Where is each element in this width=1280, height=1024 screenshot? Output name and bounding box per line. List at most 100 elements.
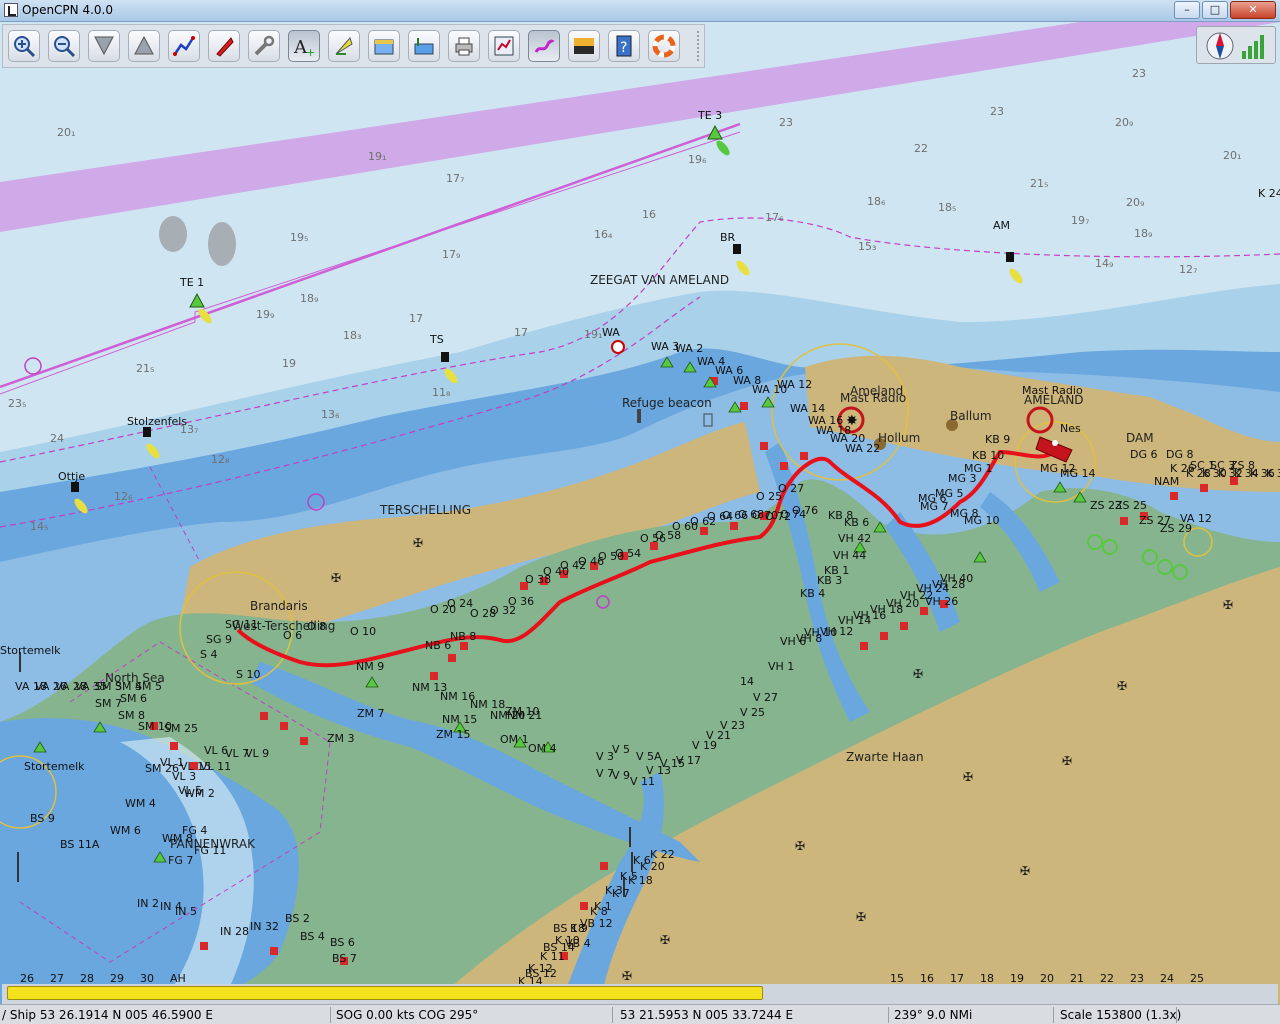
maximize-icon: □ bbox=[1209, 3, 1221, 16]
svg-text:✠: ✠ bbox=[622, 969, 632, 983]
depth-sounding: 23 bbox=[1132, 67, 1146, 80]
scale-out-icon bbox=[134, 35, 154, 55]
main-toolbar: A +? bbox=[2, 24, 705, 68]
text-icon: A + bbox=[293, 37, 315, 58]
buoy-label: KB 4 bbox=[800, 587, 825, 600]
svg-text:✠: ✠ bbox=[795, 839, 805, 853]
mark-tool[interactable] bbox=[328, 30, 360, 62]
buoy-label: FG 7 bbox=[168, 854, 193, 867]
svg-text:✠: ✠ bbox=[413, 536, 423, 550]
maximize-button[interactable]: □ bbox=[1202, 1, 1228, 19]
minimize-button[interactable]: – bbox=[1174, 1, 1200, 19]
buoy-label: TE 3 bbox=[697, 109, 722, 122]
depth-sounding: 18₃ bbox=[343, 329, 361, 342]
buoy-label: TE 1 bbox=[179, 276, 204, 289]
svg-text:✠: ✠ bbox=[1117, 679, 1127, 693]
buoy-label: VH 1 bbox=[768, 660, 794, 673]
depth-sounding: 19 bbox=[282, 357, 296, 370]
buoy-label: OM 1 bbox=[500, 733, 529, 746]
chart-bar[interactable] bbox=[2, 984, 1278, 1004]
route-tool[interactable] bbox=[168, 30, 200, 62]
gps-signal-icon[interactable] bbox=[1239, 31, 1269, 61]
ship-position: / Ship 53 26.1914 N 005 46.5900 E bbox=[2, 1008, 213, 1022]
scale-in-tool[interactable] bbox=[88, 30, 120, 62]
buoy-label: NB 8 bbox=[450, 630, 476, 643]
settings-tool[interactable] bbox=[248, 30, 280, 62]
track-icon bbox=[534, 39, 555, 53]
buoy-label: BS 6 bbox=[330, 936, 355, 949]
depth-sounding: 17₇ bbox=[446, 172, 464, 185]
depth-sounding: 12₇ bbox=[1179, 263, 1197, 276]
chart-canvas[interactable]: ✸ ✠✠✠✠✠ ✠✠✠✠✠ ✠✠ TERSCHELLING ZEEGAT VAN… bbox=[0, 22, 1280, 1006]
buoy-label: NAM bbox=[1154, 475, 1179, 488]
tides-tool[interactable] bbox=[368, 30, 400, 62]
chart-scale: Scale 153800 (1.3x) bbox=[1060, 1008, 1182, 1022]
buoy-label: K 8 bbox=[590, 905, 608, 918]
compass-icon[interactable] bbox=[1205, 31, 1235, 61]
mob-tool[interactable] bbox=[648, 30, 680, 62]
cursor-position: 53 21.5953 N 005 33.7244 E bbox=[620, 1008, 794, 1022]
buoy-label: SG 11 bbox=[225, 618, 258, 631]
buoy-label: VH 42 bbox=[838, 532, 871, 545]
depth-sounding: 20₁ bbox=[1223, 149, 1241, 162]
buoy-label: MG 10 bbox=[964, 514, 1000, 527]
buoy-label: O 8 bbox=[307, 620, 326, 633]
depth-sounding: 18₉ bbox=[300, 292, 318, 305]
svg-text:✠: ✠ bbox=[913, 667, 923, 681]
buoy-label: BS 7 bbox=[332, 952, 357, 965]
place-label: Refuge beacon bbox=[622, 396, 712, 410]
track-tool[interactable] bbox=[528, 30, 560, 62]
buoy-label: VA 12 bbox=[1180, 512, 1212, 525]
depth-sounding: 22 bbox=[914, 142, 928, 155]
scale-out-tool[interactable] bbox=[128, 30, 160, 62]
boat-icon bbox=[216, 37, 234, 57]
mark-icon bbox=[335, 37, 353, 55]
close-button[interactable]: ✕ bbox=[1230, 1, 1276, 19]
depth-sounding: 12₈ bbox=[211, 453, 230, 466]
help-tool[interactable]: ? bbox=[608, 30, 640, 62]
buoy-label: IN 32 bbox=[250, 920, 279, 933]
buoy-label: BS 11A bbox=[60, 838, 100, 851]
buoy-label: K 12 bbox=[528, 962, 553, 975]
buoy-label: MG 14 bbox=[1060, 467, 1096, 480]
depth-sounding: 21₅ bbox=[1030, 177, 1048, 190]
buoy-label: WM 2 bbox=[184, 787, 215, 800]
currents-tool[interactable] bbox=[408, 30, 440, 62]
buoy-label: V 9 bbox=[612, 769, 630, 782]
buoy-label: VH 44 bbox=[833, 549, 866, 562]
route-manager-icon bbox=[494, 36, 514, 56]
buoy-label: KB 9 bbox=[985, 433, 1010, 446]
print-tool[interactable] bbox=[448, 30, 480, 62]
depth-sounding: 19₁ bbox=[368, 150, 386, 163]
place-label: Stortemelk bbox=[0, 644, 61, 657]
depth-sounding: 17 bbox=[409, 312, 423, 325]
zoom-in-tool[interactable] bbox=[8, 30, 40, 62]
auto-follow-tool[interactable] bbox=[208, 30, 240, 62]
depth-sounding: 19₉ bbox=[256, 308, 274, 321]
lifebuoy-icon bbox=[652, 34, 676, 58]
depth-sounding: 11₈ bbox=[432, 386, 451, 399]
toolbar-grip[interactable] bbox=[697, 31, 703, 61]
depth-sounding: 24 bbox=[50, 432, 64, 445]
buoy-label: K 22 bbox=[650, 848, 675, 861]
place-label: Stolzenfels bbox=[127, 415, 187, 428]
buoy-label: ZM 10 bbox=[505, 705, 540, 718]
buoy-label: KB 3 bbox=[817, 574, 842, 587]
buoy-label: NB 6 bbox=[425, 639, 451, 652]
buoy-label: WM 6 bbox=[110, 824, 141, 837]
buoy-label: FG 11 bbox=[194, 844, 226, 857]
buoy-label: VL 15 bbox=[180, 760, 211, 773]
buoy-label: ZM 7 bbox=[357, 707, 385, 720]
currents-icon bbox=[414, 38, 434, 55]
text-toggle-tool[interactable]: A + bbox=[288, 30, 320, 62]
window-title: OpenCPN 4.0.0 bbox=[22, 3, 113, 17]
place-label: Mast Radio bbox=[1022, 384, 1083, 397]
zoom-out-tool[interactable] bbox=[48, 30, 80, 62]
buoy-label: K 38 bbox=[1266, 467, 1280, 480]
depth-sounding: 17₆ bbox=[765, 211, 784, 224]
colour-scheme-tool[interactable] bbox=[568, 30, 600, 62]
route-manager-tool[interactable] bbox=[488, 30, 520, 62]
place-label: Hollum bbox=[878, 431, 920, 445]
depth-sounding: 20₉ bbox=[1115, 116, 1133, 129]
place-label: Brandaris bbox=[250, 599, 308, 613]
